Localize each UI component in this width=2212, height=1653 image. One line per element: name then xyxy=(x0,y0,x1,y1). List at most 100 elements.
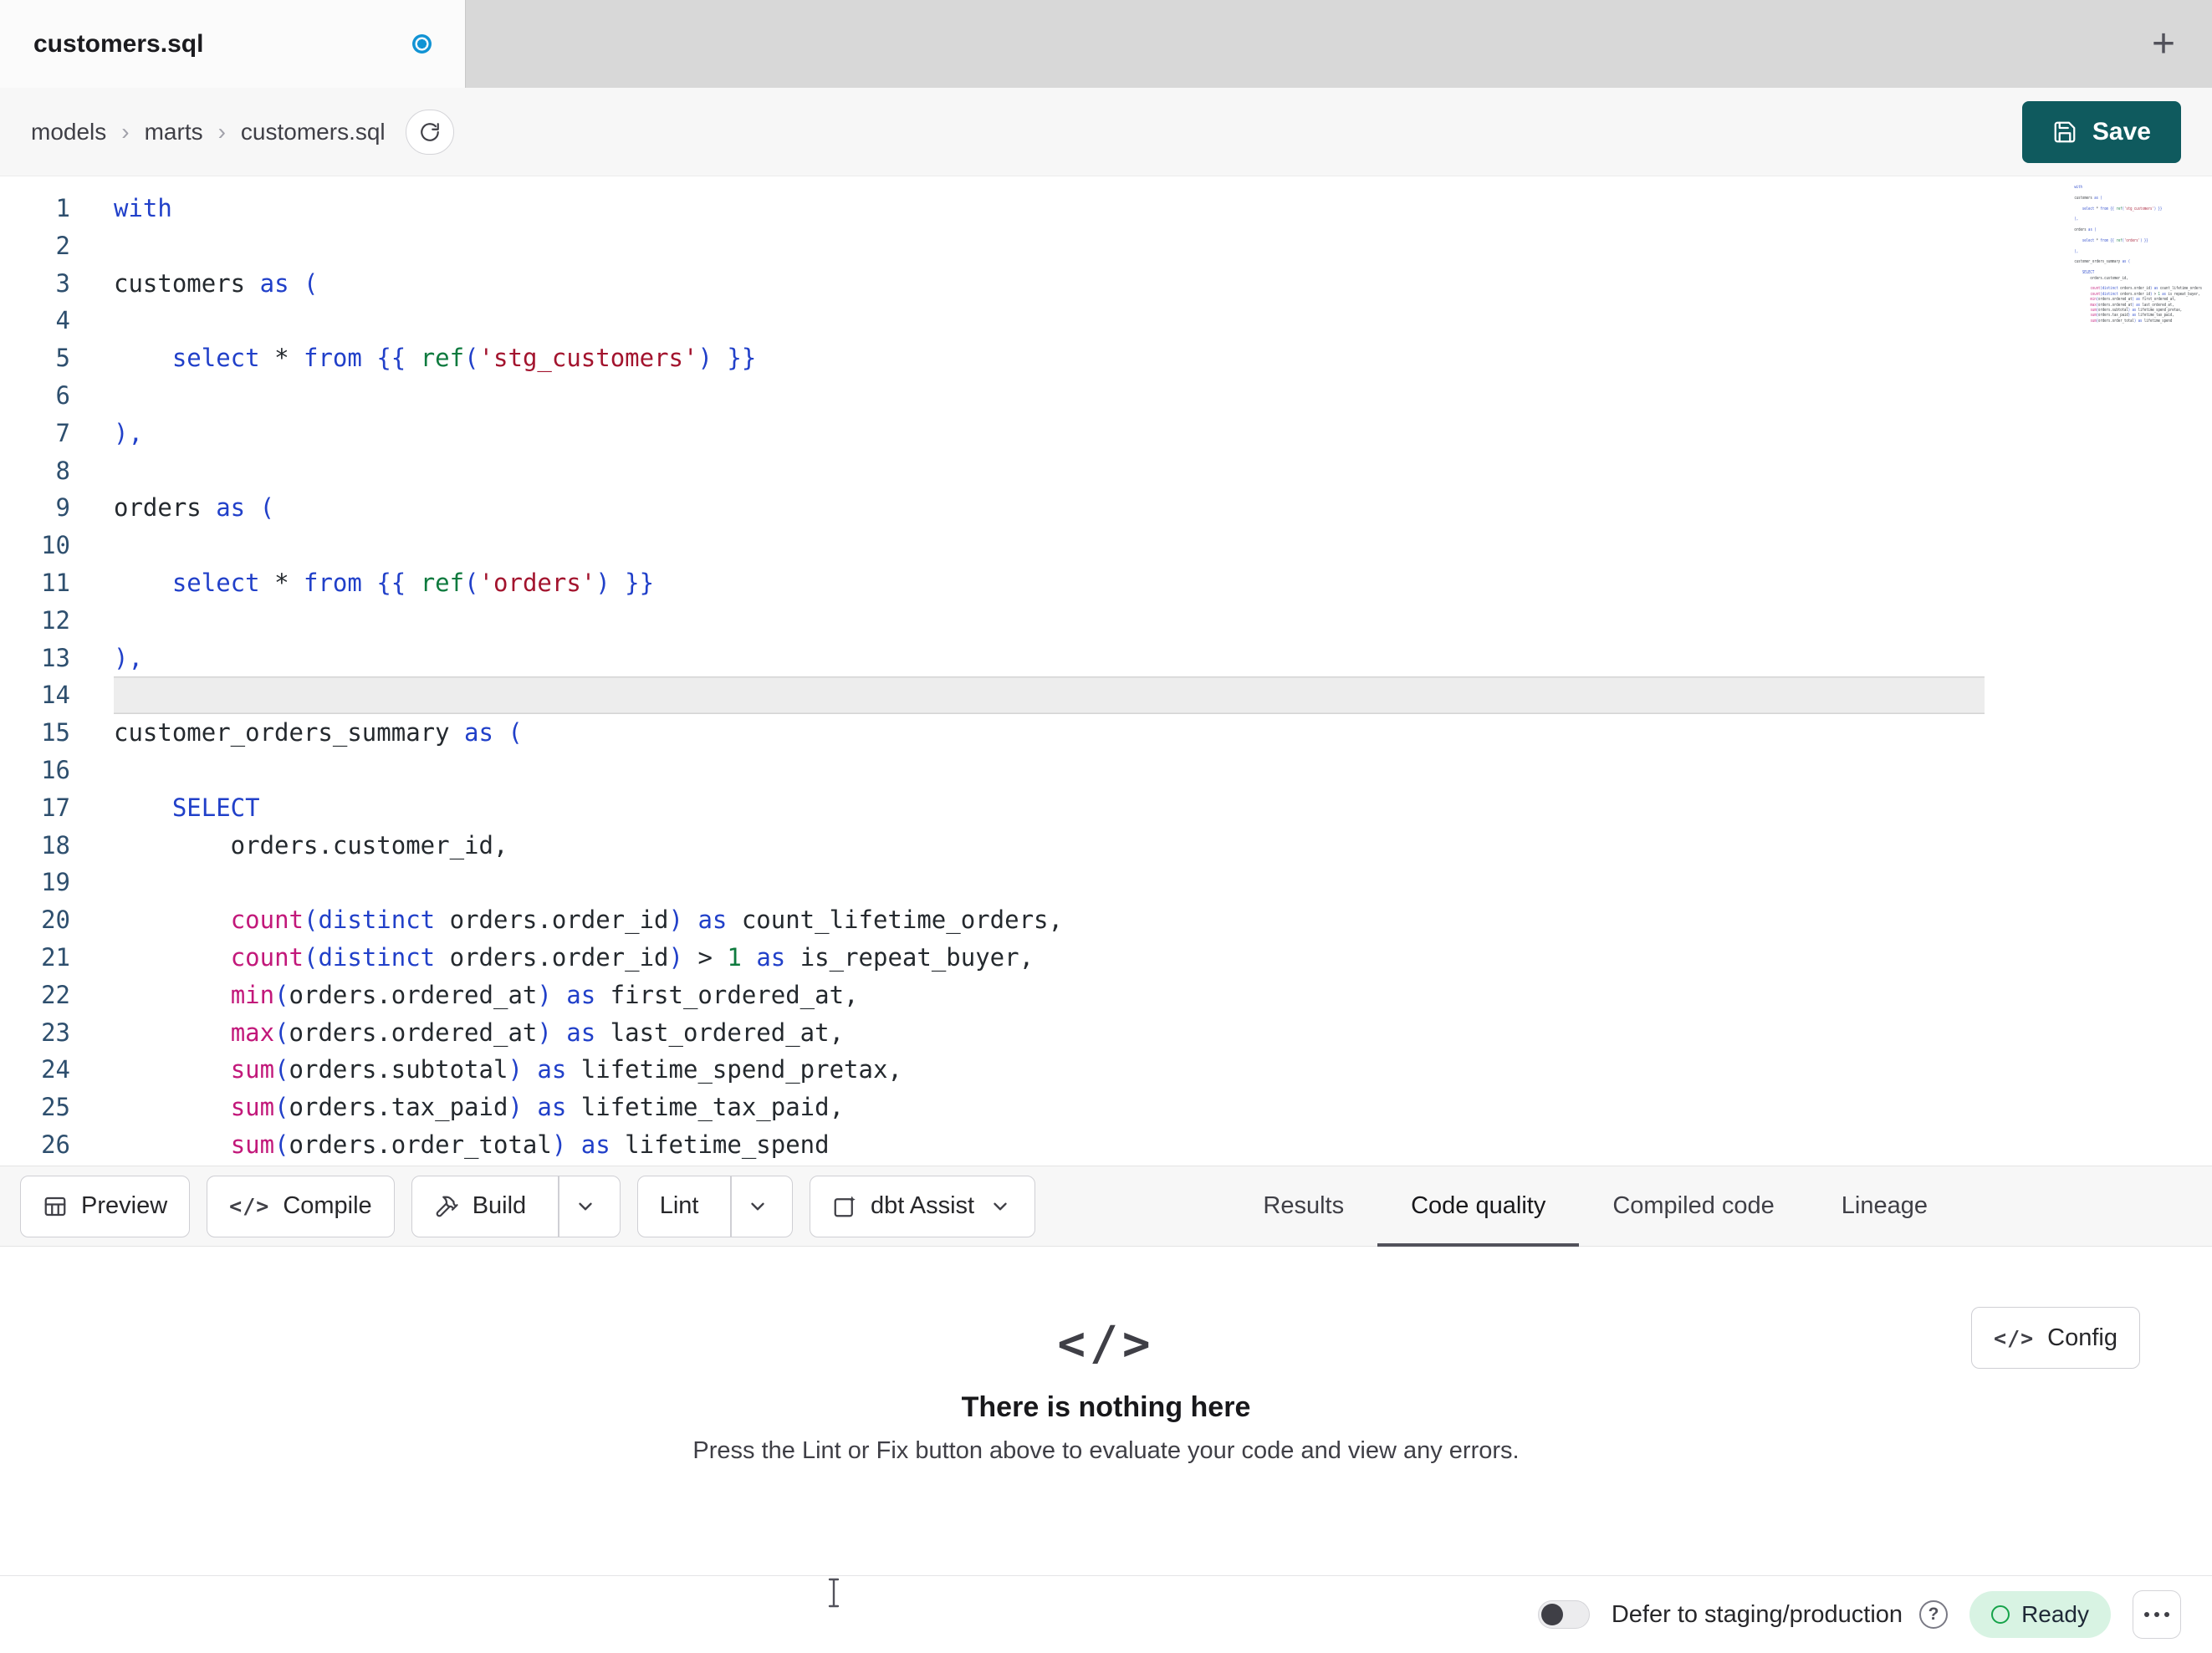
code-text: ), xyxy=(114,418,143,447)
tab-customers-sql[interactable]: customers.sql xyxy=(0,0,466,88)
code-line[interactable]: 15 customer_orders_summary as ( xyxy=(0,714,2212,752)
panel-tab-code-quality[interactable]: Code quality xyxy=(1377,1166,1580,1247)
code-text: customer_orders_summary as ( xyxy=(114,718,523,747)
line-number: 1 xyxy=(55,194,70,222)
status-bar: Defer to staging/production ? Ready xyxy=(0,1575,2212,1653)
refresh-icon xyxy=(420,122,439,141)
tab-title: customers.sql xyxy=(33,29,204,58)
code-text: count(distinct orders.order_id) as count… xyxy=(230,906,1063,935)
code-text: select * from {{ ref('orders') }} xyxy=(171,568,655,597)
status-badge[interactable]: Ready xyxy=(1969,1591,2111,1638)
minimap-line: sum(orders.order_total) as lifetime_spen… xyxy=(2090,318,2173,324)
dbt-assist-chevron-icon[interactable] xyxy=(988,1196,1013,1217)
code-glyph-icon: </> xyxy=(1057,1317,1155,1371)
code-line[interactable]: 5 select * from {{ ref('stg_customers') … xyxy=(0,339,2212,377)
code-editor[interactable]: 1 with 2 3 customers as ( 4 5 select * from {{… xyxy=(0,176,2212,1166)
code-line[interactable]: 26 sum(orders.order_total) as lifetime_s… xyxy=(0,1126,2212,1164)
code-text: sum(orders.tax_paid) as lifetime_tax_pai… xyxy=(230,1093,845,1122)
hammer-icon xyxy=(436,1196,458,1217)
code-line[interactable]: 23 max(orders.ordered_at) as last_ordere… xyxy=(0,1014,2212,1052)
compile-button[interactable]: </> Compile xyxy=(207,1175,395,1237)
dbt-ide-window: customers.sql + models › marts › customers.s… xyxy=(0,0,2212,1653)
build-split-divider xyxy=(558,1176,559,1237)
code-line[interactable]: 11 select * from {{ ref('orders') }} xyxy=(0,564,2212,602)
line-number: 19 xyxy=(41,868,70,897)
file-options-button[interactable] xyxy=(405,109,454,155)
build-options-chevron-icon[interactable] xyxy=(573,1196,598,1217)
code-line[interactable]: 4 xyxy=(0,302,2212,339)
results-panel: </> Config </> There is nothing here Pre… xyxy=(0,1247,2212,1575)
code-line[interactable]: 2 xyxy=(0,227,2212,265)
breadcrumb-item[interactable]: customers.sql xyxy=(241,119,386,145)
floppy-disk-icon xyxy=(2054,121,2076,142)
text-cursor-icon xyxy=(828,1578,840,1608)
line-number: 17 xyxy=(41,793,70,822)
preview-button-label: Preview xyxy=(81,1192,168,1219)
code-line[interactable]: 7), xyxy=(0,415,2212,452)
panel-tab-lineage[interactable]: Lineage xyxy=(1808,1166,1961,1246)
config-button[interactable]: </> Config xyxy=(1971,1307,2140,1369)
defer-label: Defer to staging/production xyxy=(1611,1600,1903,1628)
code-line[interactable]: 6 xyxy=(0,377,2212,415)
code-line[interactable]: 10 xyxy=(0,527,2212,564)
code-lines: 1 with 2 3 customers as ( 4 5 select * from {{… xyxy=(0,176,2212,1164)
line-number: 14 xyxy=(41,681,70,710)
code-text xyxy=(114,676,1985,715)
ready-circle-icon xyxy=(1991,1605,2010,1624)
code-text: orders as ( xyxy=(114,493,275,523)
code-icon: </> xyxy=(229,1194,270,1218)
code-text: customers as ( xyxy=(114,268,319,298)
code-line[interactable]: 17 SELECT xyxy=(0,789,2212,827)
unsaved-indicator-icon xyxy=(412,34,432,54)
code-line[interactable]: 1 with xyxy=(0,190,2212,227)
empty-state-title: There is nothing here xyxy=(961,1391,1251,1423)
new-tab-button[interactable]: + xyxy=(2137,18,2190,71)
code-line[interactable]: 24 sum(orders.subtotal) as lifetime_spen… xyxy=(0,1051,2212,1089)
more-options-button[interactable] xyxy=(2133,1590,2181,1639)
code-line[interactable]: 25 sum(orders.tax_paid) as lifetime_tax_… xyxy=(0,1089,2212,1126)
code-text: sum(orders.order_total) as lifetime_spen… xyxy=(230,1130,830,1159)
lint-options-chevron-icon[interactable] xyxy=(745,1196,770,1217)
code-text: select * from {{ ref('stg_customers') }} xyxy=(171,344,757,373)
breadcrumb-item[interactable]: models xyxy=(31,119,106,145)
code-line[interactable]: 3 customers as ( xyxy=(0,265,2212,303)
build-button[interactable]: Build xyxy=(411,1175,621,1237)
breadcrumb-item[interactable]: marts xyxy=(145,119,203,145)
line-number: 15 xyxy=(41,718,70,747)
code-text: ), xyxy=(114,643,143,672)
line-number: 3 xyxy=(55,268,70,298)
preview-button[interactable]: Preview xyxy=(20,1175,191,1237)
line-number: 9 xyxy=(55,493,70,523)
line-number: 4 xyxy=(55,306,70,335)
defer-toggle[interactable] xyxy=(1537,1600,1590,1629)
code-text: SELECT xyxy=(171,793,260,822)
line-number: 20 xyxy=(41,906,70,935)
lint-button[interactable]: Lint xyxy=(636,1175,793,1237)
code-line[interactable]: 22 min(orders.ordered_at) as first_order… xyxy=(0,977,2212,1014)
dbt-assist-button[interactable]: dbt Assist xyxy=(809,1175,1036,1237)
code-line[interactable]: 8 xyxy=(0,452,2212,490)
code-line[interactable]: 14 xyxy=(0,676,2212,715)
code-line[interactable]: 19 xyxy=(0,864,2212,901)
code-line[interactable]: 9 orders as ( xyxy=(0,489,2212,527)
panel-tab-compiled-code[interactable]: Compiled code xyxy=(1579,1166,1807,1246)
save-button[interactable]: Save xyxy=(2021,100,2181,163)
code-line[interactable]: 13), xyxy=(0,640,2212,677)
ellipsis-icon xyxy=(2144,1612,2149,1617)
code-line[interactable]: 21 count(distinct orders.order_id) > 1 a… xyxy=(0,939,2212,977)
code-line[interactable]: 16 xyxy=(0,752,2212,789)
empty-state-subtitle: Press the Lint or Fix button above to ev… xyxy=(692,1437,1520,1464)
panel-tab-results[interactable]: Results xyxy=(1229,1166,1377,1246)
table-icon xyxy=(44,1196,66,1216)
code-line[interactable]: 20 count(distinct orders.order_id) as co… xyxy=(0,901,2212,939)
code-line[interactable]: 18 orders.customer_id, xyxy=(0,827,2212,865)
help-icon[interactable]: ? xyxy=(1919,1600,1949,1629)
code-line[interactable]: 12 xyxy=(0,602,2212,640)
minimap[interactable]: with customers as ( select * from {{ ref(… xyxy=(2074,185,2202,324)
